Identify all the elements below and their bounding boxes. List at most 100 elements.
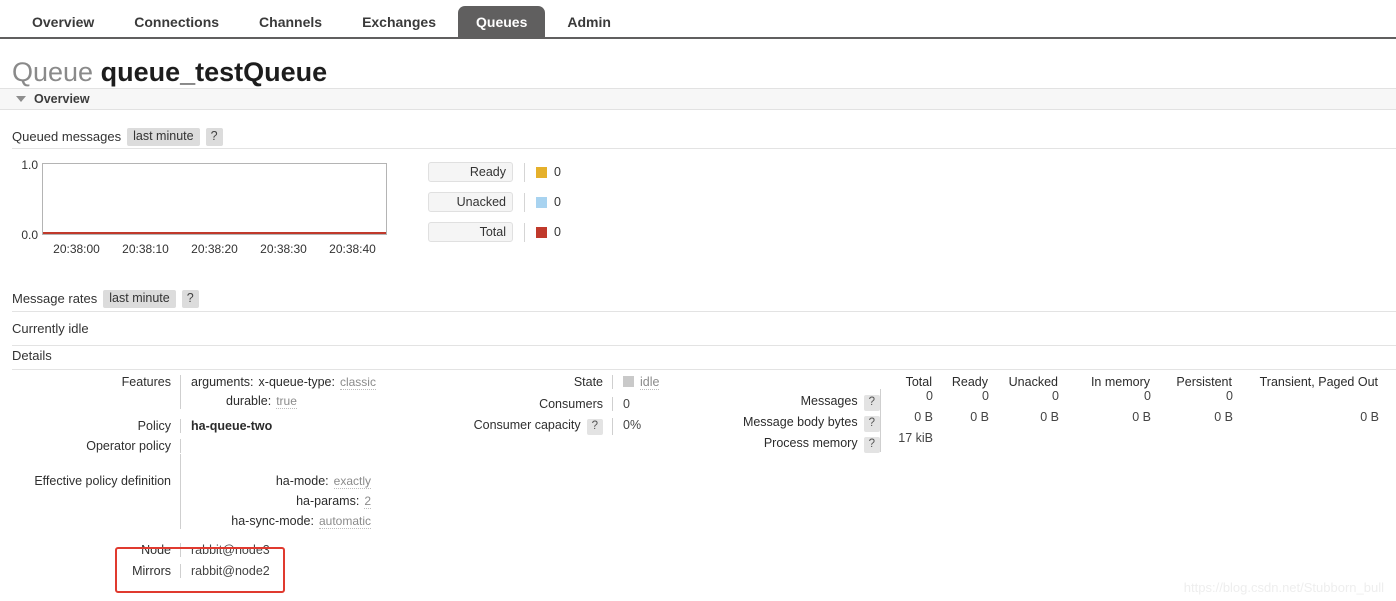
nav-tab-overview[interactable]: Overview: [14, 6, 112, 39]
stats-cell: 0: [993, 389, 1063, 410]
stats-column-header: Persistent: [1154, 375, 1236, 389]
details-label: Details: [12, 348, 52, 363]
chart-series-total-line: [43, 232, 386, 234]
state-row: State idle: [430, 375, 660, 389]
legend-value-total: 0: [554, 225, 561, 239]
stats-cell: 0 B: [881, 410, 937, 431]
legend-value-ready: 0: [554, 165, 561, 179]
queued-messages-title: Queued messages: [12, 129, 121, 144]
legend-button-total[interactable]: Total: [428, 222, 513, 242]
queued-messages-help-chip[interactable]: ?: [206, 128, 223, 146]
legend-row-unacked: Unacked0: [428, 192, 608, 212]
idle-divider: [12, 345, 1396, 346]
stats-cell: 17 kiB: [881, 431, 937, 452]
stats-label-text: Process memory: [764, 436, 858, 450]
durable-key: durable:: [226, 394, 271, 408]
stats-cell: [937, 431, 993, 452]
nav-tab-exchanges[interactable]: Exchanges: [344, 6, 454, 39]
durable-value: true: [276, 394, 297, 409]
x-queue-type-key: x-queue-type:: [259, 375, 335, 389]
details-divider: [12, 369, 1396, 370]
message-rates-range-chip[interactable]: last minute: [103, 290, 175, 308]
consumer-capacity-label: Consumer capacity?: [430, 418, 612, 435]
policy-row: Policy ha-queue-two: [0, 419, 420, 433]
legend-row-ready: Ready 0: [428, 162, 608, 182]
x-tick-label: 20:38:30: [249, 242, 318, 256]
stats-cell: [1155, 431, 1237, 452]
feature-durable-row: durable: true: [191, 394, 420, 409]
state-indicator-icon: [623, 376, 634, 387]
y-axis-label-max: 1.0: [12, 158, 38, 172]
legend-button-ready[interactable]: Ready: [428, 162, 513, 182]
watermark: https://blog.csdn.net/Stubborn_bull: [1184, 580, 1384, 595]
nav-tab-connections[interactable]: Connections: [116, 6, 237, 39]
legend-color-swatch-unacked: [536, 197, 547, 208]
stats-cell: 0: [1063, 389, 1155, 410]
stats-help-chip[interactable]: ?: [864, 416, 880, 432]
stats-table-row: 0 B0 B0 B0 B0 B0 B: [881, 410, 1383, 431]
consumer-capacity-value: 0%: [623, 418, 641, 432]
effective-policy-label: Effective policy definition: [0, 474, 180, 488]
queued-messages-range-chip[interactable]: last minute: [127, 128, 199, 146]
details-left-column: Features arguments: x-queue-type: classi…: [0, 375, 420, 578]
x-tick-label: 20:38:10: [111, 242, 180, 256]
consumers-value: 0: [623, 397, 630, 411]
consumer-capacity-help-chip[interactable]: ?: [587, 419, 603, 435]
x-tick-label: 20:38:40: [318, 242, 387, 256]
mirrors-value: rabbit@node2: [191, 564, 270, 578]
ha-sync-mode-value: automatic: [319, 514, 371, 529]
node-value: rabbit@node3: [191, 543, 270, 557]
stats-column-header: Transient, Paged Out: [1236, 375, 1382, 389]
features-values: arguments: x-queue-type: classic durable…: [181, 375, 420, 409]
message-rates-help-chip[interactable]: ?: [182, 290, 199, 308]
state-label: State: [430, 375, 612, 389]
stats-column-header: In memory: [1062, 375, 1154, 389]
arguments-key: arguments:: [191, 375, 254, 389]
queued-messages-chart: 1.0 0.0 20:38:0020:38:1020:38:2020:38:30…: [12, 158, 387, 250]
stats-table-row: 17 kiB: [881, 431, 1383, 452]
stats-row-labels: Messages?Message body bytes?Process memo…: [700, 393, 880, 456]
stats-cell: 0 B: [1237, 410, 1383, 431]
nav-tab-admin[interactable]: Admin: [549, 6, 629, 39]
stats-column-header: Unacked: [992, 375, 1062, 389]
nav-tab-channels[interactable]: Channels: [241, 6, 340, 39]
legend-button-unacked[interactable]: Unacked: [428, 192, 513, 212]
stats-label-text: Messages: [801, 394, 858, 408]
column-divider: [180, 439, 181, 453]
nav-tab-list: OverviewConnectionsChannelsExchangesQueu…: [0, 0, 1396, 39]
consumer-capacity-row: Consumer capacity? 0%: [430, 418, 660, 435]
queued-messages-divider: [12, 148, 1396, 149]
stats-help-chip[interactable]: ?: [864, 437, 880, 453]
effective-policy-row: Effective policy definition ha-mode: exa…: [0, 454, 420, 529]
ha-mode-row: ha-mode: exactly: [191, 474, 371, 489]
stats-cell: [993, 431, 1063, 452]
legend-divider: [524, 223, 525, 242]
stats-label-process-memory: Process memory?: [700, 435, 880, 456]
consumers-label: Consumers: [430, 397, 612, 411]
stats-cell: [1237, 389, 1383, 410]
stats-cell: 0: [937, 389, 993, 410]
x-tick-label: 20:38:20: [180, 242, 249, 256]
stats-cell: 0: [881, 389, 937, 410]
x-tick-label: 20:38:00: [42, 242, 111, 256]
legend-divider: [524, 163, 525, 182]
stats-cell: 0 B: [993, 410, 1063, 431]
stats-help-chip[interactable]: ?: [864, 395, 880, 411]
stats-table-row: 00000: [881, 389, 1383, 410]
nav-tab-queues[interactable]: Queues: [458, 6, 545, 39]
overview-section-header[interactable]: Overview: [0, 88, 1396, 110]
stats-column-header: Ready: [936, 375, 992, 389]
chart-legend: Ready 0 Unacked0 Total 0: [428, 162, 608, 252]
x-queue-type-value: classic: [340, 375, 376, 390]
y-axis-label-min: 0.0: [12, 228, 38, 242]
legend-color-swatch-ready: [536, 167, 547, 178]
message-rates-title: Message rates: [12, 291, 97, 306]
features-label: Features: [0, 375, 180, 389]
legend-divider: [524, 193, 525, 212]
policy-value[interactable]: ha-queue-two: [191, 419, 272, 433]
page-title-prefix: Queue: [12, 57, 93, 87]
stats-table-body: 000000 B0 B0 B0 B0 B0 B17 kiB: [880, 389, 1383, 452]
chevron-down-icon: [16, 96, 26, 102]
legend-color-swatch-total: [536, 227, 547, 238]
overview-section-label: Overview: [34, 92, 90, 106]
